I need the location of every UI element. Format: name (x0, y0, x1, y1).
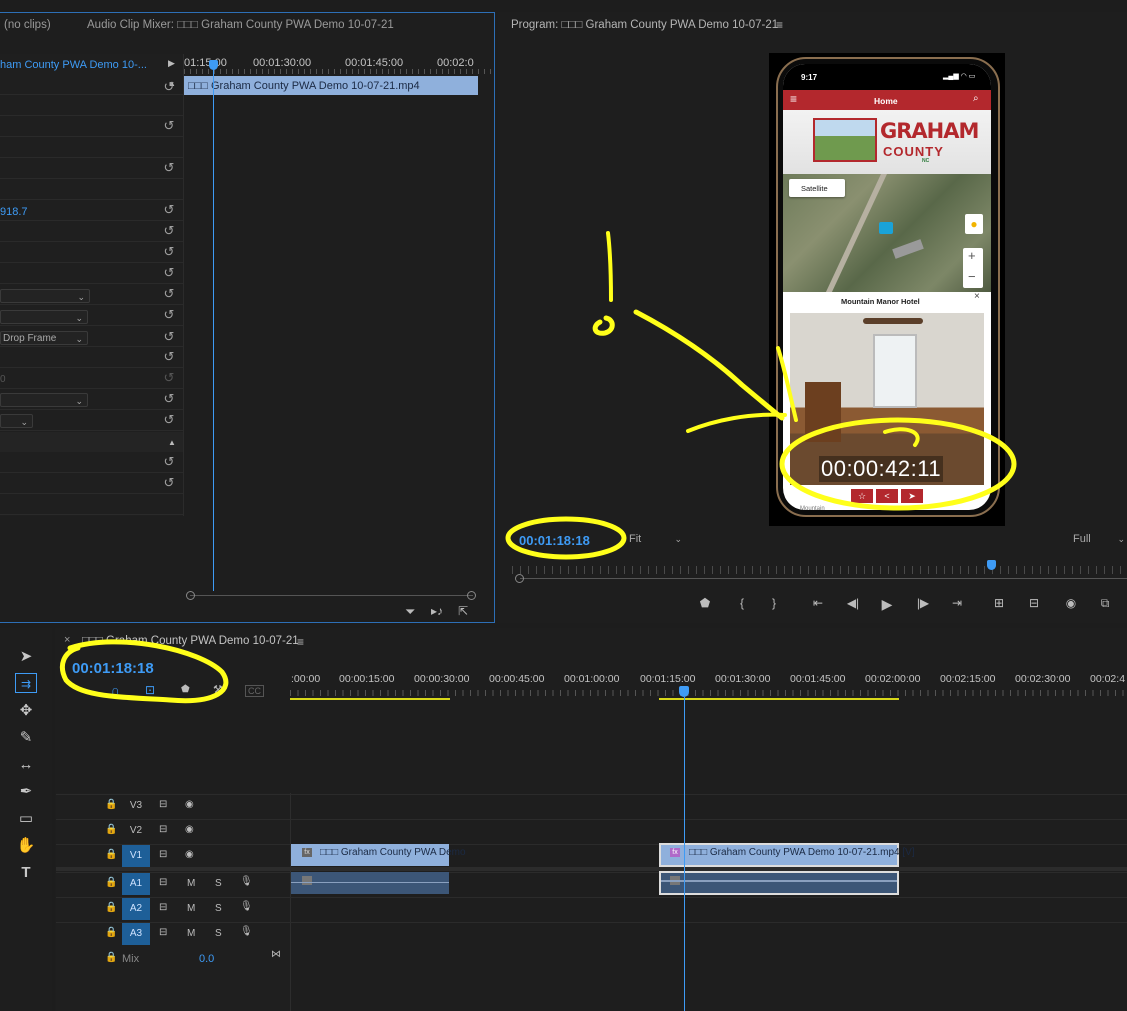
annotation-circle-overlay (779, 417, 1017, 511)
annotation-arrow-tail (776, 346, 798, 422)
annotation-circle-program-tc (505, 516, 627, 560)
annotation-line-down (606, 231, 613, 302)
yellow-annotations (60, 231, 1017, 704)
annotation-arrow-base (686, 412, 787, 433)
annotation-hook (883, 427, 920, 447)
annotation-circle-timeline-tc (60, 639, 229, 704)
annotation-blob (592, 315, 615, 336)
annotation-arrow-curve (633, 309, 785, 421)
